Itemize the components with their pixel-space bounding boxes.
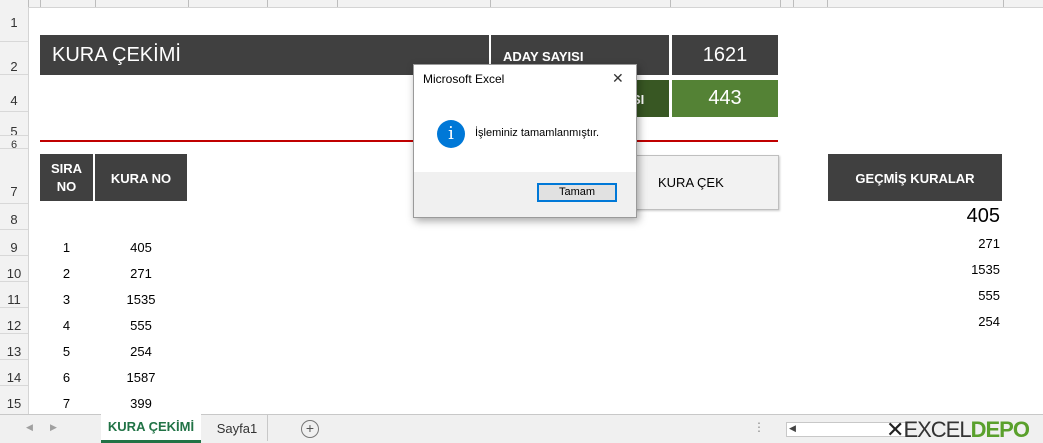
column-separator <box>267 0 268 7</box>
row-number[interactable]: 11 <box>0 292 28 307</box>
column-separator <box>188 0 189 7</box>
column-separator <box>337 0 338 7</box>
sira-header-line2: NO <box>56 179 77 194</box>
gecmis-kuralar-label: GEÇMİŞ KURALAR <box>855 171 975 186</box>
sira-cell[interactable]: 5 <box>40 344 93 359</box>
gecmis-kuralar-header: GEÇMİŞ KURALAR <box>828 154 1002 201</box>
ok-button[interactable]: Tamam <box>537 183 617 202</box>
kura-cell[interactable]: 399 <box>95 396 187 411</box>
row-number[interactable]: 8 <box>0 212 28 227</box>
history-value[interactable]: 555 <box>828 288 1000 303</box>
row-header-bar: 1 2 4 5 6 7 8 9 10 11 12 13 14 15 <box>0 7 29 414</box>
dialog-title: Microsoft Excel <box>423 72 505 86</box>
watermark-part2: DEPO <box>970 417 1030 442</box>
kura-no-header-label: KURA NO <box>110 171 172 186</box>
row-number[interactable]: 6 <box>0 139 28 151</box>
info-icon: i <box>437 120 465 148</box>
watermark-logo: ✕EXCELDEPO <box>886 417 1030 442</box>
kura-no-header: KURA NO <box>95 154 187 201</box>
row-number[interactable]: 2 <box>0 59 28 74</box>
kura-cell[interactable]: 254 <box>95 344 187 359</box>
history-value[interactable]: 254 <box>828 314 1000 329</box>
aday-value-cell: 1621 <box>672 35 778 75</box>
row-number[interactable]: 14 <box>0 370 28 385</box>
kazanan-value-cell: 443 <box>672 80 778 117</box>
tab-label: Sayfa1 <box>216 421 258 436</box>
column-separator <box>1003 0 1004 7</box>
row-number[interactable]: 12 <box>0 318 28 333</box>
history-value[interactable]: 1535 <box>828 262 1000 277</box>
tab-scroll-left-icon[interactable]: ◀ <box>26 422 33 433</box>
kura-cell[interactable]: 555 <box>95 318 187 333</box>
sira-cell[interactable]: 6 <box>40 370 93 385</box>
kura-cell[interactable]: 1587 <box>95 370 187 385</box>
add-sheet-glyph: + <box>305 420 315 436</box>
history-value[interactable]: 271 <box>828 236 1000 251</box>
column-separator <box>95 0 96 7</box>
sira-cell[interactable]: 1 <box>40 240 93 255</box>
column-separator <box>670 0 671 7</box>
row-number[interactable]: 4 <box>0 93 28 108</box>
dialog-footer: Tamam <box>414 172 636 217</box>
kura-cek-label: KURA ÇEK <box>658 175 724 190</box>
ok-button-label: Tamam <box>558 186 596 198</box>
dialog-titlebar[interactable]: Microsoft Excel ✕ <box>414 65 636 93</box>
message-dialog: Microsoft Excel ✕ i İşleminiz tamamlanmı… <box>413 64 637 218</box>
history-top-value[interactable]: 405 <box>828 205 1000 228</box>
row-number[interactable]: 1 <box>0 15 28 30</box>
watermark-part1: EXCEL <box>903 417 971 442</box>
sira-no-header: SIRA NO <box>40 154 93 201</box>
column-separator <box>793 0 794 7</box>
row-number[interactable]: 13 <box>0 344 28 359</box>
aday-label: ADAY SAYISI <box>503 49 584 64</box>
tab-kura-cekimi[interactable]: KURA ÇEKİMİ <box>101 414 201 443</box>
sira-cell[interactable]: 3 <box>40 292 93 307</box>
add-sheet-icon[interactable]: + <box>301 420 319 438</box>
column-separator <box>28 0 29 7</box>
row-number[interactable]: 15 <box>0 396 28 411</box>
sira-cell[interactable]: 2 <box>40 266 93 281</box>
sira-cell[interactable]: 4 <box>40 318 93 333</box>
info-icon-glyph: i <box>448 123 454 144</box>
page-title: KURA ÇEKİMİ <box>52 44 181 66</box>
column-separator <box>780 0 781 7</box>
dialog-message: İşleminiz tamamlanmıştır. <box>475 127 600 139</box>
row-number[interactable]: 7 <box>0 184 28 199</box>
scroll-left-icon[interactable]: ◀ <box>789 423 796 434</box>
more-options-icon[interactable]: ⋮ <box>753 420 765 434</box>
tab-sayfa1[interactable]: Sayfa1 <box>207 415 268 441</box>
close-icon[interactable]: ✕ <box>612 70 624 87</box>
tab-scroll-right-icon[interactable]: ▶ <box>50 422 57 433</box>
row-number[interactable]: 10 <box>0 266 28 281</box>
sheet-tab-bar: ◀ ▶ KURA ÇEKİMİ Sayfa1 + ⋮ ◀ ✕EXCELDEPO <box>0 414 1043 443</box>
sira-header-line1: SIRA <box>50 161 83 176</box>
kura-cell[interactable]: 405 <box>95 240 187 255</box>
column-separator <box>40 0 41 7</box>
kazanan-value: 443 <box>708 87 742 109</box>
kura-cell[interactable]: 1535 <box>95 292 187 307</box>
sira-cell[interactable]: 7 <box>40 396 93 411</box>
aday-value: 1621 <box>702 44 748 66</box>
kura-cell[interactable]: 271 <box>95 266 187 281</box>
row-number[interactable]: 5 <box>0 124 28 139</box>
tab-label: KURA ÇEKİMİ <box>107 419 195 434</box>
column-header-bar <box>0 0 1043 8</box>
column-separator <box>490 0 491 7</box>
red-divider <box>40 140 778 142</box>
row-number[interactable]: 9 <box>0 240 28 255</box>
column-separator <box>827 0 828 7</box>
watermark-x-icon: ✕ <box>886 417 904 442</box>
